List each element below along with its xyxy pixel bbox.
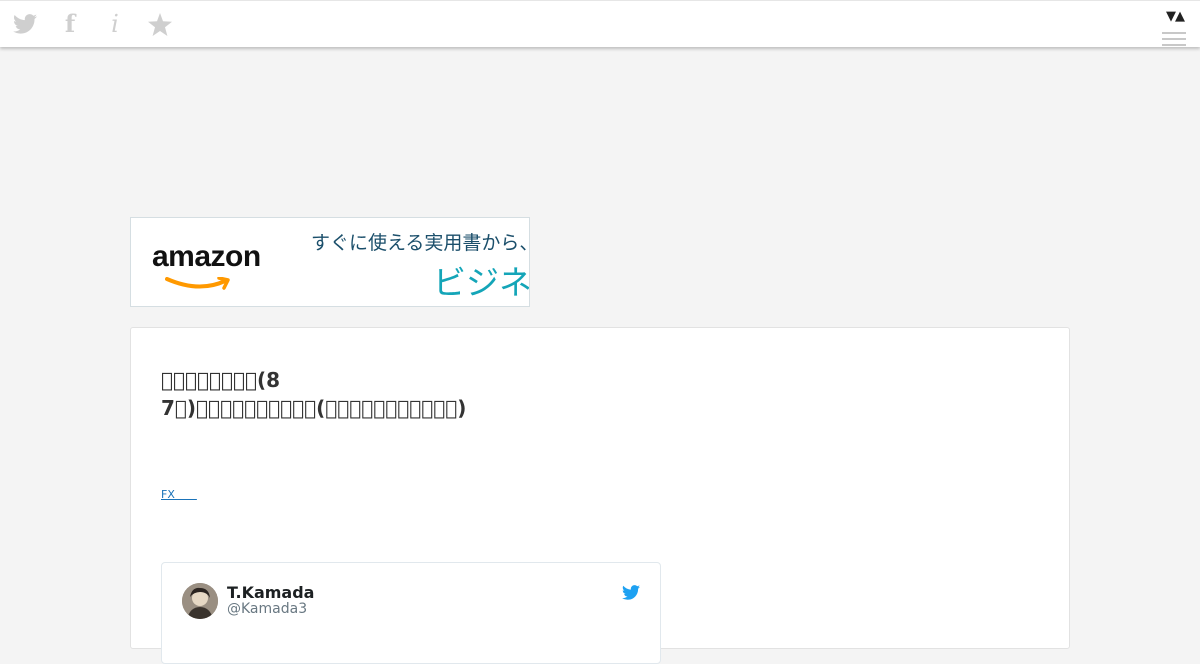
tag-link[interactable]: FX bbox=[161, 486, 197, 502]
article-title:         (87 )          (           ) bbox=[161, 368, 467, 420]
star-icon[interactable] bbox=[147, 11, 173, 37]
amazon-smile-icon bbox=[165, 277, 230, 290]
amazon-ad-banner[interactable]: amazon すぐに使える実用書から、話 ビジネス bbox=[130, 217, 530, 307]
ad-tagline: すぐに使える実用書から、話 bbox=[311, 232, 529, 254]
embedded-tweet[interactable]: T.Kamada @Kamada3 bbox=[161, 562, 661, 664]
info-glyph: i bbox=[111, 10, 119, 38]
top-toolbar: f i ▼▲ bbox=[0, 0, 1200, 47]
ad-headline: ビジネス bbox=[433, 263, 530, 302]
facebook-icon[interactable]: f bbox=[57, 11, 83, 37]
twitter-icon[interactable] bbox=[12, 11, 38, 37]
twitter-bird-icon[interactable] bbox=[622, 585, 640, 604]
facebook-glyph: f bbox=[64, 9, 76, 38]
avatar[interactable] bbox=[182, 583, 218, 619]
info-icon[interactable]: i bbox=[102, 11, 128, 37]
scroll-updown-toggle[interactable]: ▼▲ bbox=[1166, 9, 1185, 24]
tweet-author-name[interactable]: T.Kamada bbox=[227, 583, 314, 602]
hamburger-menu-icon[interactable] bbox=[1162, 32, 1186, 47]
amazon-logo: amazon bbox=[152, 240, 261, 273]
tweet-author-handle[interactable]: @Kamada3 bbox=[227, 601, 307, 617]
article-card:         (87 )          (           ) FX … bbox=[130, 327, 1070, 664]
